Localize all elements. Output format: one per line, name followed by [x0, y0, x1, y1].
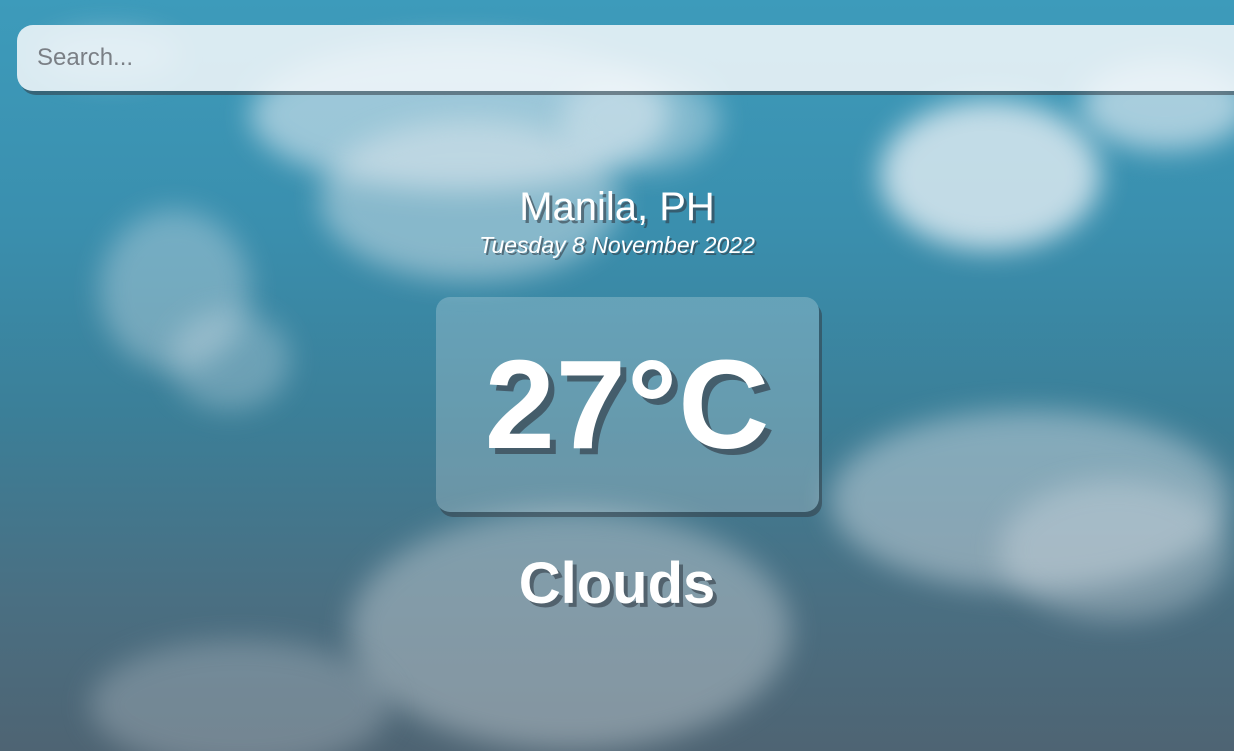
temperature-card: 27°C [436, 297, 819, 512]
weather-condition: Clouds [518, 551, 716, 616]
current-date: Tuesday 8 November 2022 [479, 232, 755, 258]
location-name: Manila, PH [519, 185, 715, 229]
temperature-value: 27°C [484, 334, 771, 475]
location-box: Manila, PH Tuesday 8 November 2022 [0, 183, 1234, 259]
search-input[interactable] [17, 25, 1234, 91]
search-bar [17, 25, 1234, 91]
